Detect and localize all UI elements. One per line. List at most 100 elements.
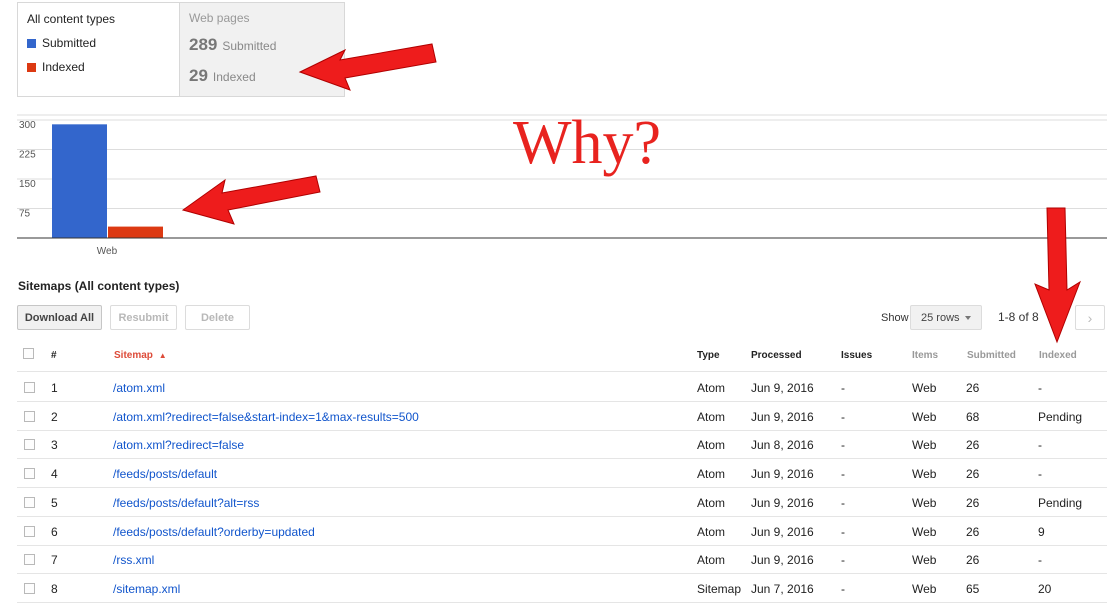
cell-issues: - (841, 381, 845, 395)
rows-per-page-select[interactable]: 25 rows (910, 305, 982, 330)
caret-down-icon (964, 315, 971, 320)
cell-sitemap[interactable]: /sitemap.xml (113, 582, 180, 596)
cell-type: Atom (697, 524, 726, 539)
cell-num: 1 (51, 381, 58, 395)
cell-type: Atom (697, 495, 726, 510)
arrow-to-indexed-icon (1034, 207, 1081, 344)
cell-indexed: Pending (1038, 495, 1083, 510)
cell-submitted: 68 (966, 409, 980, 424)
cell-processed: Jun 9, 2016 (751, 553, 814, 568)
download-all-button[interactable]: Download All (17, 305, 102, 330)
cell-processed: Jun 9, 2016 (751, 409, 814, 424)
cell-type: Atom (697, 467, 726, 482)
row-checkbox[interactable] (24, 382, 35, 393)
row-checkbox[interactable] (24, 525, 35, 537)
cell-num: 7 (51, 553, 58, 568)
table-row[interactable]: 7/rss.xml Atom Jun 9, 2016 - Web 26 - (17, 545, 1107, 575)
section-title: Sitemaps (All content types) (18, 279, 180, 293)
cell-issues: - (841, 409, 845, 424)
cell-type: Atom (697, 438, 726, 453)
cell-submitted: 26 (966, 438, 980, 453)
show-label: Show (881, 312, 909, 324)
cell-submitted: 65 (966, 581, 980, 596)
cell-indexed: 9 (1038, 524, 1045, 539)
cell-submitted: 26 (966, 524, 980, 539)
cell-items: Web (912, 495, 937, 510)
cell-num: 3 (51, 438, 58, 453)
pagination-info: 1-8 of 8 (998, 310, 1039, 324)
cell-indexed: - (1038, 467, 1042, 482)
cell-submitted: 26 (966, 495, 980, 510)
header-indexed[interactable]: Indexed (1039, 350, 1077, 361)
row-checkbox[interactable] (24, 554, 35, 566)
cell-submitted: 26 (966, 553, 980, 568)
cell-indexed: - (1038, 381, 1042, 395)
cell-processed: Jun 9, 2016 (751, 495, 814, 510)
cell-items: Web (912, 381, 937, 395)
cell-type: Atom (697, 381, 726, 395)
row-checkbox[interactable] (24, 496, 35, 508)
cell-processed: Jun 9, 2016 (751, 467, 814, 482)
cell-num: 5 (51, 495, 58, 510)
table-row[interactable]: 3/atom.xml?redirect=false Atom Jun 8, 2016… (17, 430, 1107, 460)
cell-submitted: 26 (966, 381, 980, 395)
select-all-checkbox[interactable] (23, 348, 34, 359)
table-row[interactable]: 4/feeds/posts/default Atom Jun 9, 2016 - Web… (17, 459, 1107, 489)
cell-items: Web (912, 409, 937, 424)
cell-processed: Jun 8, 2016 (751, 438, 814, 453)
header-processed[interactable]: Processed (751, 350, 802, 361)
cell-type: Sitemap (697, 581, 742, 596)
arrow-to-web-pages-icon (298, 43, 437, 91)
cell-sitemap[interactable]: /atom.xml (113, 381, 165, 395)
next-page-button[interactable]: › (1075, 305, 1105, 330)
table-row[interactable]: 8/sitemap.xml Sitemap Jun 7, 2016 - Web 65 20 (17, 574, 1107, 603)
row-checkbox[interactable] (24, 439, 35, 451)
cell-items: Web (912, 524, 937, 539)
header-sitemap-label: Sitemap (114, 350, 153, 361)
cell-type: Atom (697, 553, 726, 568)
cell-processed: Jun 9, 2016 (751, 381, 814, 395)
cell-sitemap[interactable]: /feeds/posts/default?alt=rss (113, 496, 259, 510)
row-checkbox[interactable] (24, 468, 35, 480)
cell-processed: Jun 9, 2016 (751, 524, 814, 539)
rows-select-value: 25 rows (921, 311, 960, 324)
header-type[interactable]: Type (697, 350, 720, 361)
delete-button[interactable]: Delete (185, 305, 250, 330)
cell-type: Atom (697, 409, 726, 424)
cell-issues: - (841, 524, 845, 539)
cell-indexed: 20 (1038, 581, 1052, 596)
cell-sitemap[interactable]: /atom.xml?redirect=false (113, 438, 244, 452)
cell-num: 2 (51, 409, 58, 424)
header-items[interactable]: Items (912, 350, 938, 361)
table-row[interactable]: 1/atom.xml Atom Jun 9, 2016 - Web 26 - (17, 373, 1107, 402)
cell-sitemap[interactable]: /atom.xml?redirect=false&start-index=1&m… (113, 410, 419, 424)
table-row[interactable]: 2/atom.xml?redirect=false&start-index=1&… (17, 402, 1107, 431)
header-num: # (51, 350, 57, 361)
header-submitted[interactable]: Submitted (967, 350, 1016, 361)
cell-indexed: - (1038, 553, 1042, 568)
cell-items: Web (912, 581, 937, 596)
cell-issues: - (841, 553, 845, 568)
cell-issues: - (841, 467, 845, 482)
cell-issues: - (841, 581, 845, 596)
cell-indexed: Pending (1038, 409, 1083, 424)
cell-items: Web (912, 438, 937, 453)
cell-issues: - (841, 495, 845, 510)
table-row[interactable]: 6/feeds/posts/default?orderby=updated Ato… (17, 517, 1107, 546)
cell-items: Web (912, 553, 937, 568)
sort-ascending-icon: ▲ (158, 351, 167, 360)
cell-sitemap[interactable]: /feeds/posts/default (113, 467, 217, 481)
header-sitemap[interactable]: Sitemap ▲ (114, 350, 167, 361)
cell-num: 8 (51, 581, 58, 596)
cell-submitted: 26 (966, 467, 980, 482)
row-checkbox[interactable] (24, 410, 35, 422)
header-issues[interactable]: Issues (841, 350, 872, 361)
table-row[interactable]: 5/feeds/posts/default?alt=rss Atom Jun 9, … (17, 488, 1107, 517)
resubmit-button[interactable]: Resubmit (110, 305, 177, 330)
arrow-to-chart-icon (181, 175, 321, 225)
cell-num: 6 (51, 524, 58, 539)
row-checkbox[interactable] (24, 582, 35, 594)
cell-sitemap[interactable]: /feeds/posts/default?orderby=updated (113, 525, 315, 539)
cell-num: 4 (51, 467, 58, 482)
cell-sitemap[interactable]: /rss.xml (113, 553, 154, 567)
